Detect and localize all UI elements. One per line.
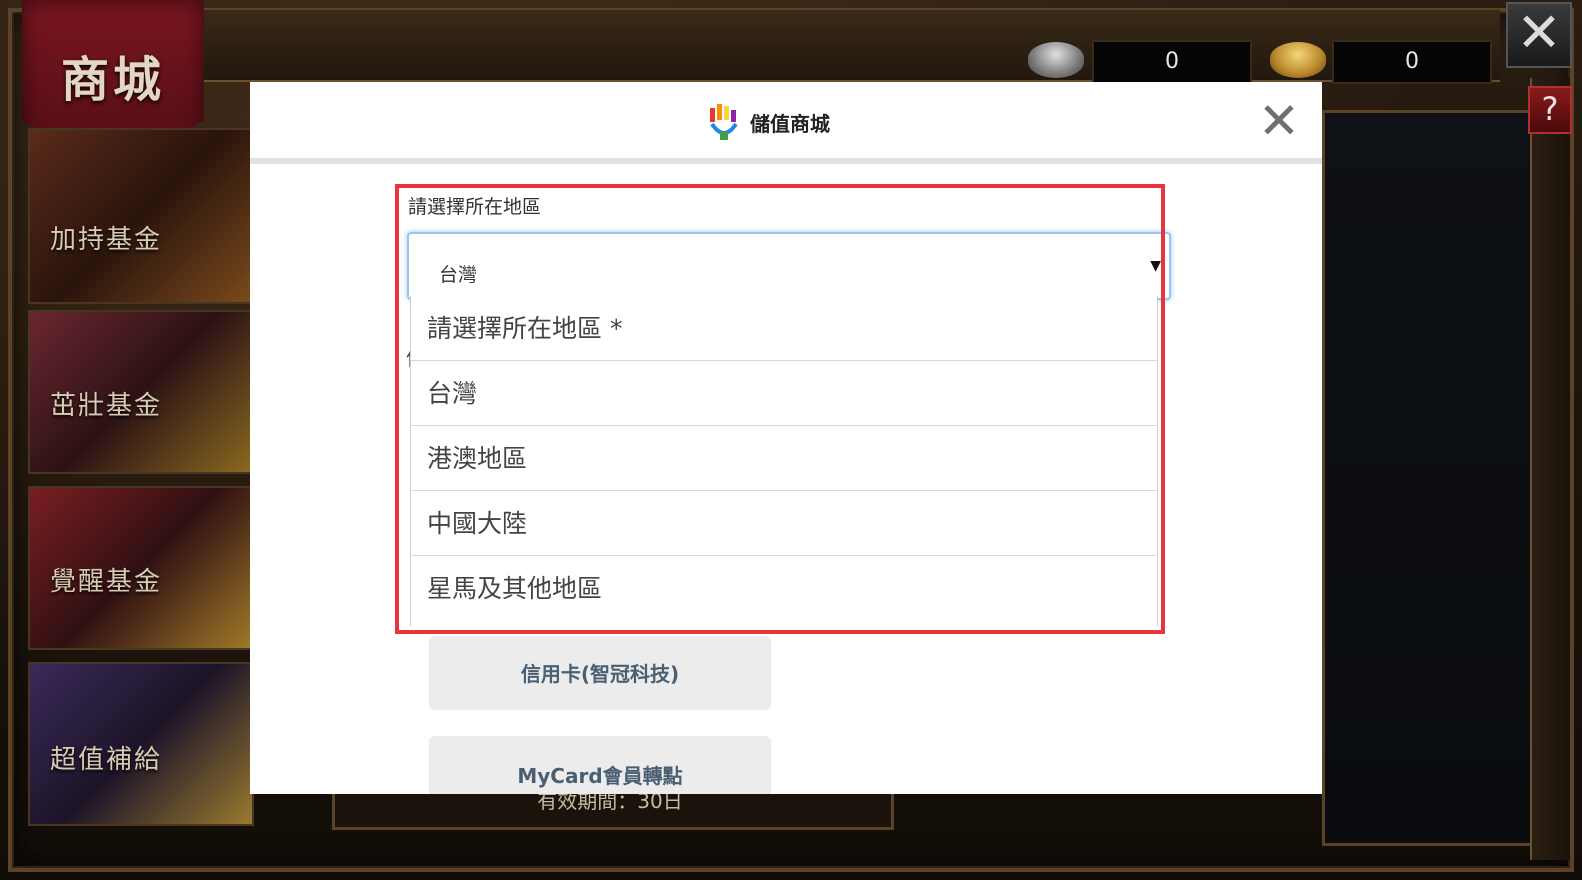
side-tab-label: 超值補給	[50, 745, 163, 775]
highlight-annotation	[395, 184, 1165, 634]
side-tab-value-supply[interactable]: 超值補給	[28, 662, 254, 826]
modal-header: 儲值商城 ✕	[250, 82, 1322, 158]
mycard-payment-button[interactable]: MyCard會員轉點	[429, 736, 771, 794]
game-close-icon[interactable]: ✕	[1506, 2, 1572, 68]
help-icon[interactable]: ?	[1528, 86, 1572, 134]
credit-card-payment-button[interactable]: 信用卡(智冠科技)	[429, 636, 771, 710]
side-tab-blessing-fund[interactable]: 加持基金	[28, 128, 254, 304]
gold-ingot-icon	[1270, 42, 1326, 78]
gold-amount: 0	[1332, 40, 1492, 84]
side-tab-growth-fund[interactable]: 茁壯基金	[28, 310, 254, 474]
side-tab-awaken-fund[interactable]: 覺醒基金	[28, 486, 254, 650]
brand-logo-icon	[710, 104, 738, 140]
side-tab-label: 茁壯基金	[50, 391, 163, 421]
recharge-store-modal: 儲值商城 ✕ 請選擇所在地區 信 台灣 ▼ 請選擇所在地區 * 台灣 港澳地區 …	[250, 82, 1322, 794]
tab-art	[30, 130, 252, 302]
shop-badge-label: 商城	[60, 52, 165, 108]
silver-amount: 0	[1092, 40, 1252, 84]
modal-close-icon[interactable]: ✕	[1254, 96, 1304, 146]
modal-title: 儲值商城	[750, 112, 830, 136]
side-tab-label: 覺醒基金	[50, 567, 163, 597]
game-content-panel	[1322, 110, 1534, 846]
side-tab-label: 加持基金	[50, 225, 163, 255]
game-right-rail	[1530, 78, 1570, 860]
silver-ingot-icon	[1028, 42, 1084, 78]
header-divider	[250, 158, 1322, 164]
